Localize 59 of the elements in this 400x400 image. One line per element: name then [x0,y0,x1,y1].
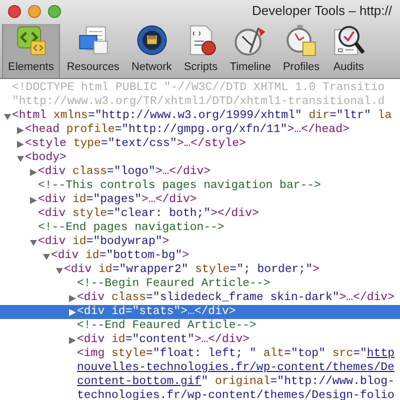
collapsed-arrow-icon[interactable] [30,168,37,176]
dom-node-text: content-bottom.gif" original="http://www.blog- [77,375,394,389]
toolbar-tab[interactable]: Profiles [278,24,325,78]
dom-node-text: <div id="content">…</div> [77,333,250,347]
dom-node-text: <div style="clear: both;"></div> [38,207,259,221]
dom-node-text: <body> [25,151,66,165]
dom-node-text: "http://www.w3.org/TR/xhtml1/DTD/xhtml1-transitional.d [12,95,385,109]
toolbar-tab[interactable]: Audits [326,24,371,78]
tree-row[interactable]: <div id="bodywrap"> [0,235,400,249]
toolbar-tab[interactable]: Resources [62,24,124,78]
minimize-button[interactable] [28,4,41,18]
toolbar-tab[interactable]: Scripts [178,24,223,78]
tree-row[interactable]: <!--This controls pages navigation bar--> [0,179,400,193]
url-link[interactable]: content-bottom.gif [77,375,202,388]
tree-row[interactable]: <div class="slidedeck_frame skin-dark">…</div> [0,291,400,305]
toolbar-tab[interactable]: Elements [2,24,60,78]
toolbar-tab[interactable]: Network [126,24,177,78]
dom-node-text: <head profile="http://gmpg.org/xfn/11">…</head> [25,123,350,137]
dom-node-text: <div class="logo">…</div> [38,165,211,179]
tree-row[interactable]: <!--End pages navigation--> [0,221,400,235]
dom-node-text: <div id="stats">…</div> [77,305,236,319]
network-port-icon [134,24,169,56]
collapsed-arrow-icon[interactable] [30,196,37,204]
toolbar-tab[interactable]: Timeline [224,24,276,78]
dom-node-text: <div id="bodywrap"> [38,235,170,249]
dom-node-text: <div id="pages">…</div> [38,193,197,207]
documents-icon [76,24,110,56]
tree-row[interactable]: <div style="clear: both;"></div> [0,207,400,221]
tree-row[interactable]: <div id="stats">…</div> [0,305,400,319]
tree-row[interactable]: <body> [0,151,400,165]
dom-node-text: <div id="bottom-bg"> [51,249,190,263]
expanded-arrow-icon[interactable] [4,112,11,120]
tree-row[interactable]: <div class="logo">…</div> [0,165,400,179]
window-title: Developer Tools – http:// [251,2,392,20]
tree-row[interactable]: <div id="wrapper2" style="; border;"> [0,263,400,277]
dom-node-text: <!--End pages navigation--> [38,221,224,235]
dom-node-text: <style type="text/css">…</style> [25,137,246,151]
tree-row[interactable]: <div id="bottom-bg"> [0,249,400,263]
dom-node-text: <!--End Feaured Article--> [77,319,256,333]
dom-node-text: <!--Begin Feaured Article--> [77,277,270,291]
stopwatch-icon [284,24,318,56]
dom-node-text: <img style="float: left; " alt="top" src="http [77,347,395,361]
magnifier-checklist-icon [332,24,366,56]
url-link[interactable]: http [366,347,395,360]
collapsed-arrow-icon[interactable] [69,336,76,344]
expanded-arrow-icon[interactable] [17,154,24,162]
tree-row[interactable]: <div id="content">…</div> [0,333,400,347]
dom-node-text: <div id="wrapper2" style="; border;"> [64,263,320,277]
tree-row[interactable]: <img style="float: left; " alt="top" src="http [0,347,400,361]
tree-row[interactable]: <head profile="http://gmpg.org/xfn/11">…</head> [0,123,400,137]
dom-node-text: <div class="slidedeck_frame skin-dark">…</div> [77,291,394,305]
zoom-button[interactable] [48,4,61,18]
tree-row[interactable]: <!--End Feaured Article--> [0,319,400,333]
close-button[interactable] [8,4,21,18]
tree-row[interactable]: <!--Begin Feaured Article--> [0,277,400,291]
url-link[interactable]: nouvelles-technologies.fr/wp-content/themes/De [77,361,394,374]
tree-row[interactable]: <div id="pages">…</div> [0,193,400,207]
tree-row[interactable]: <style type="text/css">…</style> [0,137,400,151]
dom-node-text: <!--This controls pages navigation bar--> [38,179,321,193]
